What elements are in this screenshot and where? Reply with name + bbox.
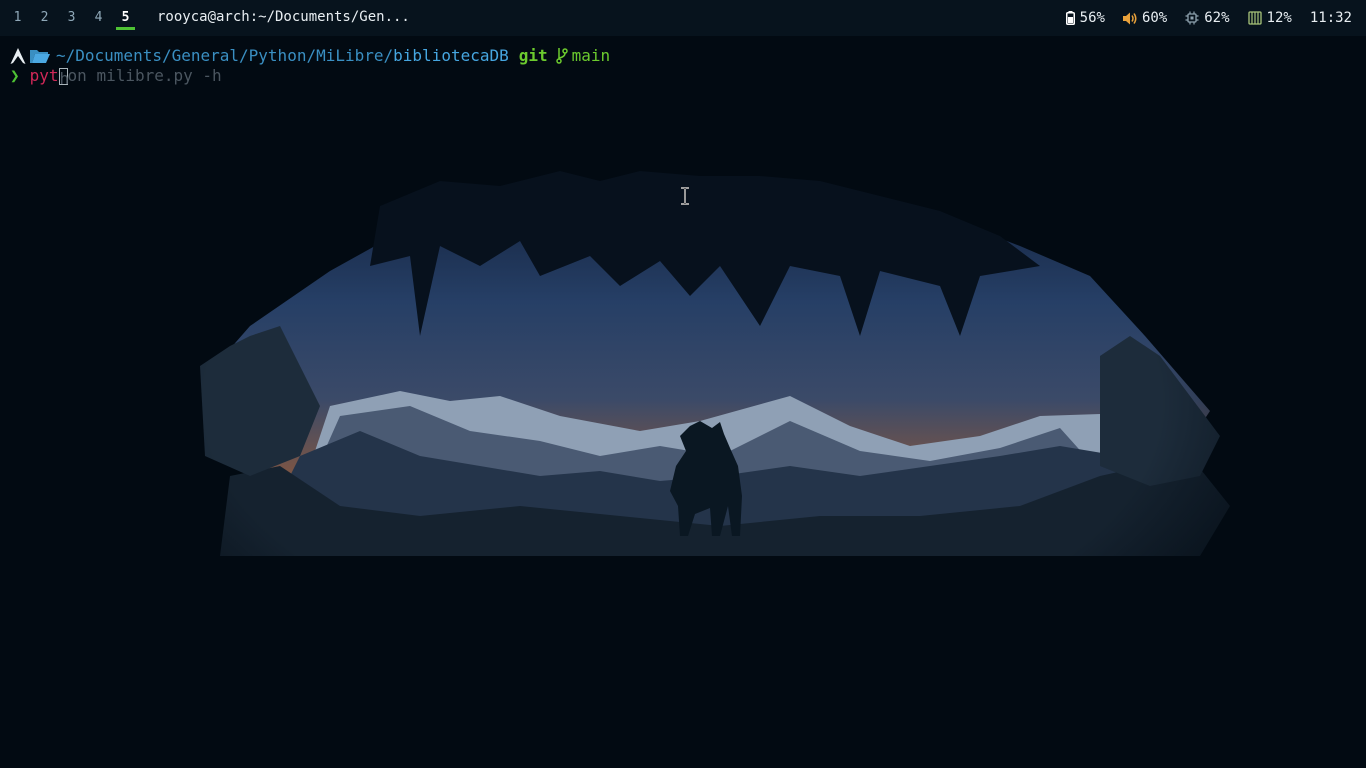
terminal-window[interactable]: ~/Documents/General/Python/MiLibre/bibli… [0, 36, 1366, 768]
volume-icon [1122, 12, 1137, 24]
command-typed: pyt [29, 66, 59, 85]
wallpaper-wolf-forest-scene [0, 36, 1366, 768]
autosuggestion: on milibre.py -h [67, 66, 222, 85]
git-indicator: git [518, 46, 548, 65]
workspace-2[interactable]: 2 [31, 0, 58, 36]
clock[interactable]: 11:32 [1310, 10, 1352, 26]
vignette-overlay [0, 36, 1366, 768]
volume-status[interactable]: 60% [1122, 10, 1167, 26]
current-directory: bibliotecaDB [393, 46, 509, 65]
text-cursor: h [58, 67, 70, 88]
cpu-icon [1185, 11, 1199, 25]
memory-icon [1247, 11, 1262, 25]
battery-icon [1065, 11, 1075, 25]
workspace-1[interactable]: 1 [4, 0, 31, 36]
ibeam-cursor-icon [681, 187, 689, 205]
top-status-bar: 1 2 3 4 5 rooyca@arch:~/Documents/Gen...… [0, 0, 1366, 36]
folder-open-icon [30, 50, 50, 63]
workspace-3[interactable]: 3 [58, 0, 85, 36]
window-title: rooyca@arch:~/Documents/Gen... [157, 9, 410, 25]
prompt-symbol: ❯ [10, 66, 20, 85]
cpu-status[interactable]: 62% [1185, 10, 1230, 26]
active-workspace-indicator [116, 27, 135, 30]
prompt-line: ~/Documents/General/Python/MiLibre/bibli… [10, 46, 610, 66]
workspace-5-active[interactable]: 5 [112, 0, 139, 36]
memory-status[interactable]: 12% [1247, 10, 1292, 26]
git-branch-icon [555, 48, 568, 64]
command-line[interactable]: ❯ pyt h on milibre.py -h [10, 66, 222, 88]
git-branch-name: main [571, 46, 611, 65]
workspace-4[interactable]: 4 [85, 0, 112, 36]
battery-status[interactable]: 56% [1065, 10, 1105, 26]
system-stats: 56% 60% 62% 12% 11:32 [1065, 0, 1352, 36]
current-path: ~/Documents/General/Python/MiLibre/ [56, 46, 394, 65]
arch-linux-icon [10, 48, 26, 64]
